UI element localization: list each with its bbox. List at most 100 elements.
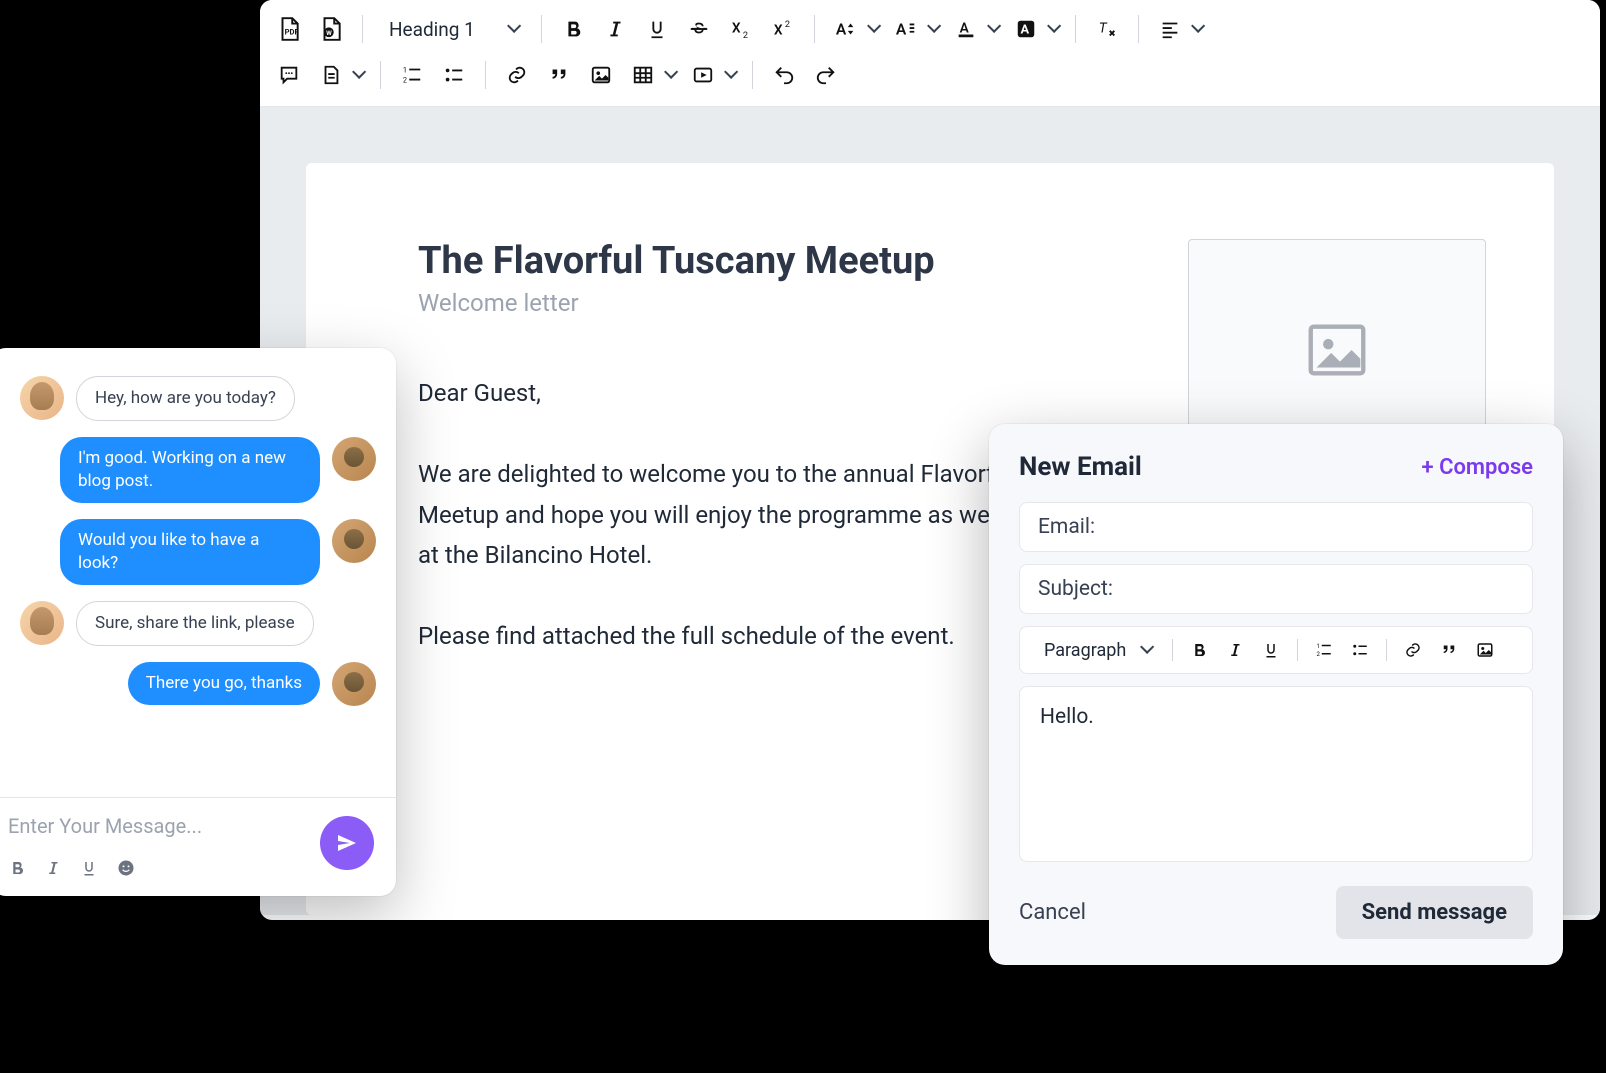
- email-footer: Cancel Send message: [1019, 886, 1533, 939]
- table-dropdown[interactable]: [624, 56, 680, 94]
- image-button[interactable]: [1469, 634, 1501, 666]
- editor-toolbar: PDF W Heading 1: [260, 0, 1600, 107]
- underline-button[interactable]: [1255, 634, 1287, 666]
- heading-select[interactable]: Heading 1: [375, 10, 529, 48]
- bold-button[interactable]: [554, 10, 592, 48]
- toolbar-separator: [752, 61, 753, 89]
- link-button[interactable]: [498, 56, 536, 94]
- superscript-button[interactable]: X2: [764, 10, 802, 48]
- paragraph-select[interactable]: Paragraph: [1030, 633, 1162, 667]
- svg-text:X: X: [774, 23, 783, 39]
- chat-bubble: There you go, thanks: [128, 662, 320, 705]
- strikethrough-icon: [688, 18, 710, 40]
- email-subject-field[interactable]: Subject:: [1019, 564, 1533, 614]
- chat-message-row: Would you like to have a look?: [20, 519, 376, 585]
- chat-format-toolbar: [8, 858, 378, 878]
- paragraph-select-label: Paragraph: [1044, 640, 1126, 661]
- chevron-down-icon: [867, 23, 879, 35]
- heading-select-label: Heading 1: [389, 18, 475, 41]
- numbered-list-icon: 12: [401, 64, 423, 86]
- highlight-icon: A: [1015, 18, 1037, 40]
- compose-button[interactable]: + Compose: [1422, 455, 1533, 480]
- chat-messages: Hey, how are you today? I'm good. Workin…: [0, 348, 396, 797]
- align-icon: [1159, 18, 1181, 40]
- bulleted-list-button[interactable]: [1344, 634, 1376, 666]
- send-button[interactable]: [320, 816, 374, 870]
- chat-window: Hey, how are you today? I'm good. Workin…: [0, 348, 396, 896]
- toolbar-separator: [814, 15, 815, 43]
- font-family-dropdown[interactable]: A: [887, 10, 943, 48]
- image-button[interactable]: [582, 56, 620, 94]
- image-placeholder-icon: [1298, 315, 1376, 385]
- link-icon: [1404, 641, 1422, 659]
- svg-text:A: A: [836, 21, 847, 39]
- chat-bubble: Would you like to have a look?: [60, 519, 320, 585]
- avatar: [20, 376, 64, 420]
- blockquote-button[interactable]: [1433, 634, 1465, 666]
- underline-icon: [646, 18, 668, 40]
- track-changes-dropdown[interactable]: [312, 56, 368, 94]
- bold-button[interactable]: [1183, 634, 1215, 666]
- svg-text:W: W: [326, 29, 332, 37]
- chevron-down-icon: [987, 23, 999, 35]
- email-header: New Email + Compose: [1019, 452, 1533, 482]
- numbered-list-button[interactable]: 12: [393, 56, 431, 94]
- svg-text:X: X: [732, 21, 741, 37]
- avatar: [332, 437, 376, 481]
- undo-button[interactable]: [765, 56, 803, 94]
- email-body-input[interactable]: Hello.: [1019, 686, 1533, 862]
- media-dropdown[interactable]: [684, 56, 740, 94]
- toolbar-separator: [362, 15, 363, 43]
- alignment-dropdown[interactable]: [1151, 10, 1207, 48]
- export-pdf-button[interactable]: PDF: [270, 10, 308, 48]
- strikethrough-button[interactable]: [680, 10, 718, 48]
- svg-text:1: 1: [403, 65, 407, 74]
- svg-text:A: A: [1020, 23, 1029, 38]
- font-size-dropdown[interactable]: A: [827, 10, 883, 48]
- highlight-dropdown[interactable]: A: [1007, 10, 1063, 48]
- underline-button[interactable]: [80, 859, 98, 877]
- italic-button[interactable]: [596, 10, 634, 48]
- redo-button[interactable]: [807, 56, 845, 94]
- avatar: [20, 601, 64, 645]
- link-button[interactable]: [1397, 634, 1429, 666]
- emoji-icon: [116, 858, 136, 878]
- email-to-field[interactable]: Email:: [1019, 502, 1533, 552]
- clear-format-button[interactable]: T: [1088, 10, 1126, 48]
- font-family-icon: A: [894, 18, 918, 40]
- bulleted-list-button[interactable]: [435, 56, 473, 94]
- bold-button[interactable]: [8, 859, 26, 877]
- chat-message-row: There you go, thanks: [20, 662, 376, 706]
- comment-button[interactable]: [270, 56, 308, 94]
- toolbar-separator: [1172, 639, 1173, 661]
- chevron-down-icon: [1140, 644, 1152, 656]
- svg-text:PDF: PDF: [285, 27, 299, 36]
- media-icon: [692, 64, 714, 86]
- chevron-down-icon: [927, 23, 939, 35]
- underline-button[interactable]: [638, 10, 676, 48]
- italic-icon: [1226, 641, 1244, 659]
- subscript-button[interactable]: X2: [722, 10, 760, 48]
- font-color-dropdown[interactable]: A: [947, 10, 1003, 48]
- emoji-button[interactable]: [116, 858, 136, 878]
- italic-icon: [604, 18, 626, 40]
- chevron-down-icon: [352, 69, 364, 81]
- italic-button[interactable]: [44, 859, 62, 877]
- chevron-down-icon: [507, 23, 519, 35]
- send-message-button[interactable]: Send message: [1336, 886, 1533, 939]
- cancel-button[interactable]: Cancel: [1019, 900, 1086, 925]
- chat-message-row: Sure, share the link, please: [20, 601, 376, 646]
- export-word-button[interactable]: W: [312, 10, 350, 48]
- numbered-list-button[interactable]: 12: [1308, 634, 1340, 666]
- superscript-icon: X2: [771, 18, 795, 40]
- toolbar-separator: [1386, 639, 1387, 661]
- track-changes-icon: [320, 64, 342, 86]
- blockquote-button[interactable]: [540, 56, 578, 94]
- svg-text:A: A: [959, 21, 969, 37]
- italic-button[interactable]: [1219, 634, 1251, 666]
- avatar: [332, 662, 376, 706]
- font-color-icon: A: [955, 18, 977, 40]
- toolbar-separator: [380, 61, 381, 89]
- bold-icon: [1190, 641, 1208, 659]
- chat-input-area: Enter Your Message...: [0, 797, 396, 896]
